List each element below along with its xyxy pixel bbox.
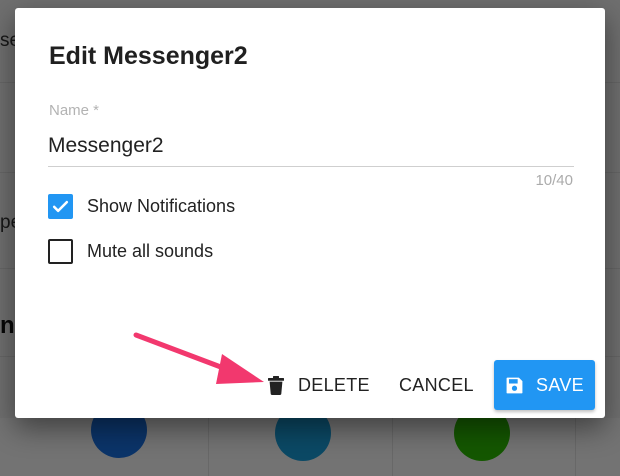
name-char-counter: 10/40: [535, 172, 573, 189]
edit-dialog: Edit Messenger2 Name * 10/40 Show Notifi…: [15, 8, 605, 418]
save-button[interactable]: SAVE: [494, 360, 595, 410]
name-field[interactable]: [48, 126, 574, 167]
trash-icon: [268, 375, 284, 395]
cancel-button-label: CANCEL: [399, 374, 474, 395]
mute-sounds-label: Mute all sounds: [87, 241, 214, 261]
check-icon: [52, 200, 69, 213]
mute-sounds-checkbox[interactable]: [48, 239, 73, 264]
delete-button[interactable]: DELETE: [268, 368, 370, 402]
delete-button-label: DELETE: [298, 374, 370, 395]
dialog-actions: DELETE CANCEL SAVE: [15, 360, 605, 410]
show-notifications-checkbox[interactable]: [48, 194, 73, 219]
mute-sounds-option[interactable]: Mute all sounds: [48, 239, 213, 264]
name-field-label: Name *: [49, 102, 100, 119]
save-button-label: SAVE: [536, 374, 584, 395]
show-notifications-option[interactable]: Show Notifications: [48, 194, 235, 219]
show-notifications-label: Show Notifications: [87, 196, 236, 216]
dialog-title: Edit Messenger2: [49, 42, 248, 70]
floppy-disk-icon: [506, 377, 523, 393]
cancel-button[interactable]: CANCEL: [399, 368, 474, 402]
annotation-arrow: [133, 332, 264, 384]
